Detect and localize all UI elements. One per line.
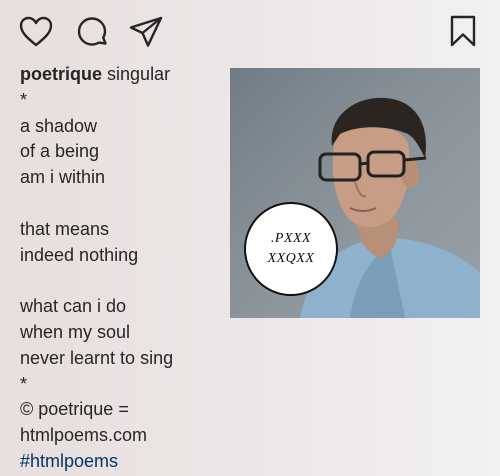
caption-line: © poetrique = <box>20 399 129 420</box>
caption-line <box>20 268 220 294</box>
stamp-line: .PXXX <box>270 231 312 246</box>
caption-line: when my soul <box>20 321 131 342</box>
caption-header: poetrique singular <box>20 62 220 88</box>
post-action-bar <box>0 0 500 60</box>
caption-line: am i within <box>20 167 106 188</box>
share-icon[interactable] <box>128 14 164 50</box>
bookmark-icon[interactable] <box>448 14 478 48</box>
caption-title: singular <box>107 64 171 84</box>
caption-line: indeed nothing <box>20 244 139 265</box>
caption-line: what can i do <box>20 296 127 317</box>
comment-icon[interactable] <box>74 14 110 50</box>
post-image[interactable]: .PXXX XXQXX <box>230 68 480 318</box>
caption-line: htmlpoems.com <box>20 425 148 446</box>
stamp-overlay: .PXXX XXQXX <box>244 202 338 296</box>
caption-hashtag[interactable]: #htmlpoems <box>20 449 220 475</box>
caption-line: that means <box>20 218 110 239</box>
stamp-line: XXQXX <box>267 251 315 266</box>
caption-line: * <box>20 373 28 394</box>
caption-line: a shadow <box>20 115 98 136</box>
caption-line: of a being <box>20 141 100 162</box>
caption-username[interactable]: poetrique <box>20 64 102 84</box>
heart-icon[interactable] <box>18 14 54 50</box>
caption-line: never learnt to sing <box>20 347 174 368</box>
caption-line: * <box>20 89 28 110</box>
caption-line <box>20 191 220 217</box>
post-caption: poetrique singular * a shadow of a being… <box>20 62 220 475</box>
